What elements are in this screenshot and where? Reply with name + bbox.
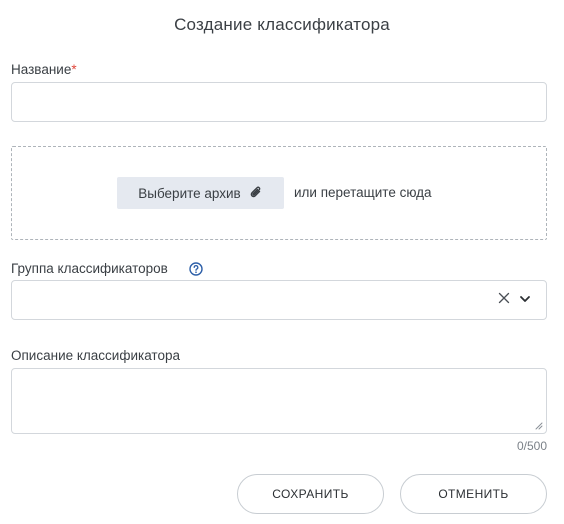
- choose-archive-button[interactable]: Выберите архив: [117, 177, 284, 209]
- close-icon[interactable]: [498, 292, 510, 304]
- group-select[interactable]: [11, 280, 547, 320]
- chevron-down-icon[interactable]: [519, 294, 531, 304]
- required-mark: *: [71, 62, 77, 77]
- description-textarea[interactable]: [11, 368, 547, 434]
- name-input[interactable]: [11, 82, 547, 122]
- resize-handle-icon[interactable]: [535, 422, 543, 430]
- name-label: Название*: [11, 62, 77, 77]
- save-button[interactable]: СОХРАНИТЬ: [237, 474, 384, 514]
- file-dropzone[interactable]: Выберите архив или перетащите сюда: [11, 146, 547, 240]
- group-label: Группа классификаторов: [11, 261, 168, 276]
- question-circle-icon[interactable]: [189, 262, 203, 276]
- description-label: Описание классификатора: [11, 348, 180, 363]
- drop-hint: или перетащите сюда: [294, 185, 432, 200]
- cancel-button[interactable]: ОТМЕНИТЬ: [400, 474, 547, 514]
- choose-archive-label: Выберите архив: [138, 185, 241, 201]
- paperclip-icon: [250, 186, 261, 198]
- dialog-title: Создание классификатора: [174, 15, 390, 34]
- character-counter: 0/500: [516, 439, 547, 453]
- name-label-text: Название: [11, 62, 72, 77]
